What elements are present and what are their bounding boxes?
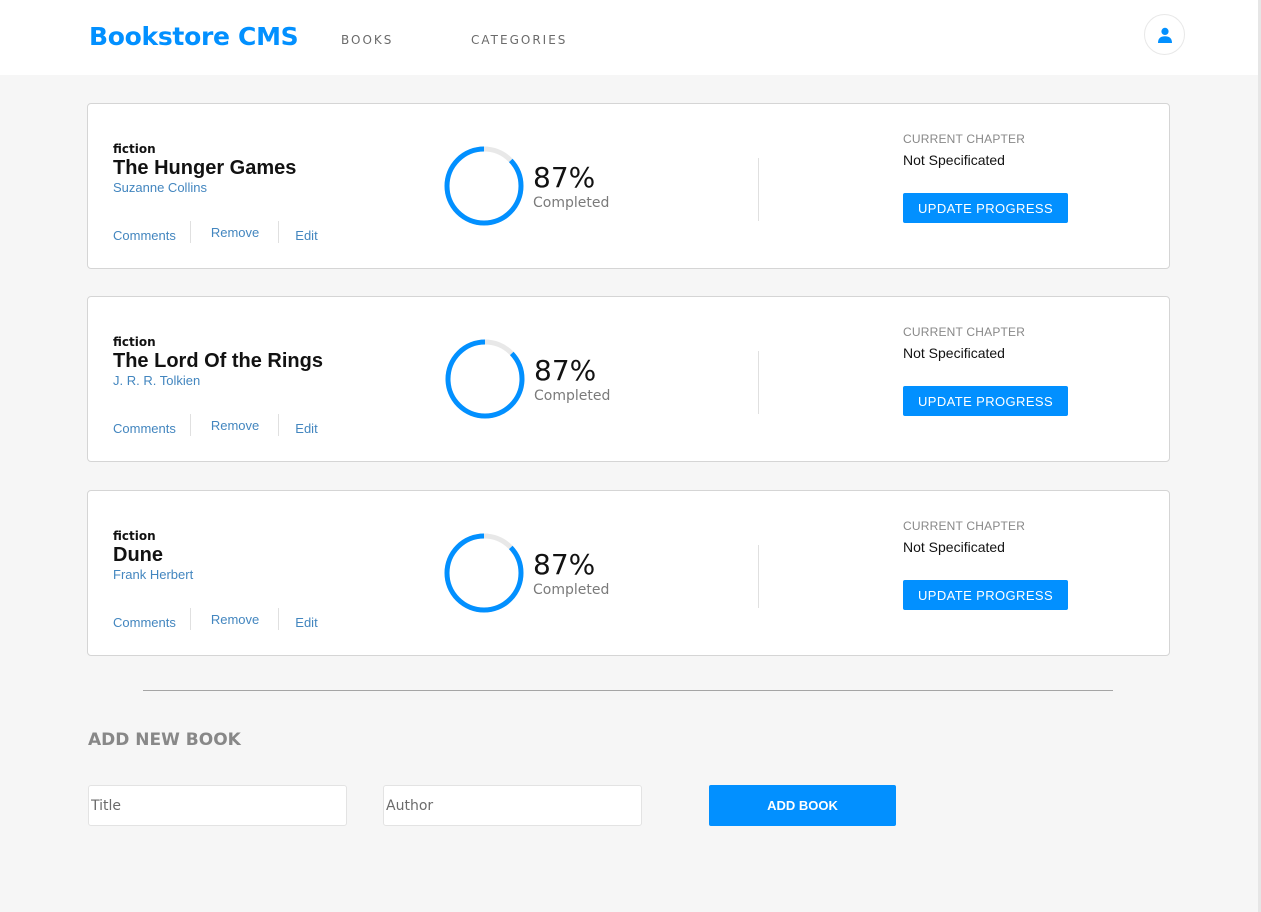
current-chapter-label: CURRENT CHAPTER xyxy=(903,132,1026,146)
edit-button[interactable]: Edit xyxy=(279,608,317,630)
book-actions: Comments Remove Edit xyxy=(113,221,318,243)
user-avatar-button[interactable] xyxy=(1144,14,1185,55)
book-card: fiction The Lord Of the Rings J. R. R. T… xyxy=(87,296,1170,462)
update-progress-button[interactable]: UPDATE PROGRESS xyxy=(903,580,1068,610)
book-title: Dune xyxy=(113,544,163,566)
comments-button[interactable]: Comments xyxy=(113,608,190,630)
progress-percent: 87% xyxy=(533,161,596,194)
current-chapter-value: Not Specificated xyxy=(903,539,1005,555)
update-progress-button[interactable]: UPDATE PROGRESS xyxy=(903,193,1068,223)
update-progress-button[interactable]: UPDATE PROGRESS xyxy=(903,386,1068,416)
top-navbar: Bookstore CMS BOOKS CATEGORIES xyxy=(0,0,1258,75)
current-chapter-value: Not Specificated xyxy=(903,345,1005,361)
book-actions: Comments Remove Edit xyxy=(113,608,318,630)
remove-button[interactable]: Remove xyxy=(191,225,278,240)
brand-title: Bookstore CMS xyxy=(89,22,299,51)
remove-button[interactable]: Remove xyxy=(191,612,278,627)
title-input[interactable] xyxy=(88,785,347,826)
edit-button[interactable]: Edit xyxy=(279,414,317,436)
progress-percent: 87% xyxy=(534,354,597,387)
book-genre: fiction xyxy=(113,142,156,156)
progress-ring xyxy=(444,146,524,226)
book-title: The Lord Of the Rings xyxy=(113,350,323,372)
add-book-heading: ADD NEW BOOK xyxy=(88,730,241,750)
nav-books-link[interactable]: BOOKS xyxy=(341,33,393,47)
progress-percent: 87% xyxy=(533,548,596,581)
progress-label: Completed xyxy=(534,388,611,404)
current-chapter-label: CURRENT CHAPTER xyxy=(903,519,1026,533)
progress-label: Completed xyxy=(533,582,610,598)
book-author: J. R. R. Tolkien xyxy=(113,373,201,388)
progress-ring xyxy=(445,339,525,419)
comments-button[interactable]: Comments xyxy=(113,221,190,243)
book-title: The Hunger Games xyxy=(113,157,297,179)
book-genre: fiction xyxy=(113,335,156,349)
current-chapter-value: Not Specificated xyxy=(903,152,1005,168)
author-input[interactable] xyxy=(383,785,642,826)
card-divider xyxy=(758,545,759,608)
book-genre: fiction xyxy=(113,529,156,543)
nav-categories-link[interactable]: CATEGORIES xyxy=(471,33,567,47)
book-author: Frank Herbert xyxy=(113,567,194,582)
progress-ring xyxy=(444,533,524,613)
section-divider xyxy=(143,690,1113,691)
book-actions: Comments Remove Edit xyxy=(113,414,318,436)
card-divider xyxy=(758,158,759,221)
book-author: Suzanne Collins xyxy=(113,180,207,195)
remove-button[interactable]: Remove xyxy=(191,418,278,433)
comments-button[interactable]: Comments xyxy=(113,414,190,436)
user-icon xyxy=(1157,27,1172,43)
current-chapter-label: CURRENT CHAPTER xyxy=(903,325,1026,339)
add-book-button[interactable]: ADD BOOK xyxy=(709,785,896,826)
progress-label: Completed xyxy=(533,195,610,211)
edit-button[interactable]: Edit xyxy=(279,221,317,243)
book-card: fiction Dune Frank Herbert Comments Remo… xyxy=(87,490,1170,656)
book-card: fiction The Hunger Games Suzanne Collins… xyxy=(87,103,1170,269)
card-divider xyxy=(758,351,759,414)
